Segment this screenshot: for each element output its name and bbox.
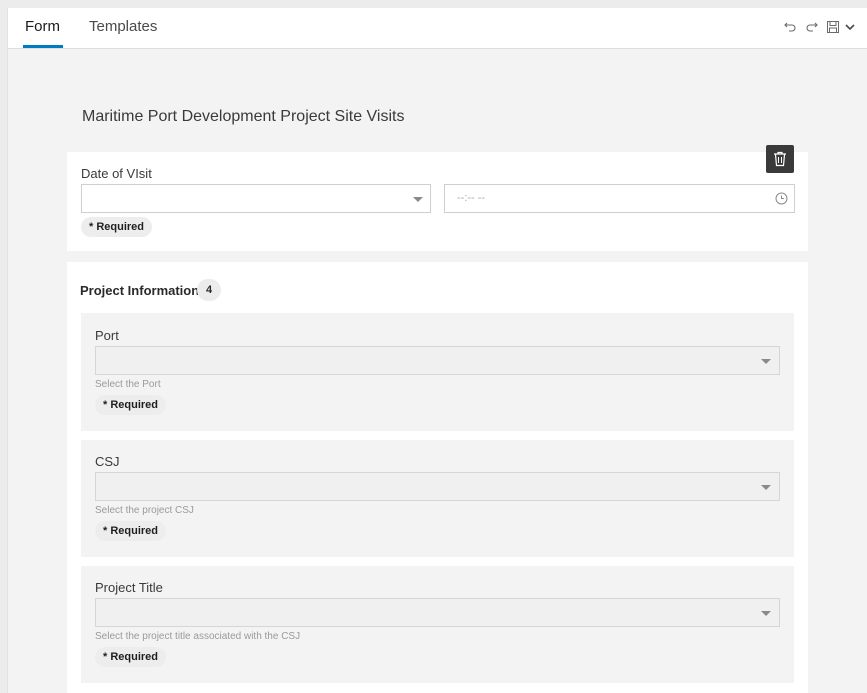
active-tab-indicator	[23, 45, 63, 48]
undo-icon[interactable]	[783, 20, 799, 36]
required-badge: * Required	[81, 217, 153, 237]
delete-button[interactable]	[766, 145, 794, 173]
caret-down-icon	[761, 359, 771, 364]
project-title-hint: Select the project title associated with…	[95, 631, 301, 642]
csj-label: CSJ	[95, 454, 120, 469]
clock-icon	[775, 192, 788, 210]
caret-down-icon	[761, 485, 771, 490]
form-title[interactable]: Maritime Port Development Project Site V…	[82, 108, 404, 126]
tab-templates[interactable]: Templates	[89, 18, 157, 35]
top-strip	[0, 0, 867, 8]
redo-icon[interactable]	[805, 20, 821, 36]
tab-form[interactable]: Form	[25, 18, 60, 35]
port-field-card[interactable]: Port Select the Port * Required	[81, 313, 794, 431]
chevron-down-icon[interactable]	[844, 20, 860, 36]
required-badge: * Required	[95, 395, 167, 415]
project-title-label: Project Title	[95, 580, 163, 595]
left-strip	[0, 8, 8, 693]
required-badge: * Required	[95, 647, 167, 667]
save-icon[interactable]	[826, 20, 842, 36]
tab-bar: Form Templates	[8, 8, 867, 49]
caret-down-icon	[413, 197, 423, 202]
csj-hint: Select the project CSJ	[95, 505, 194, 516]
group-title[interactable]: Project Information	[80, 283, 199, 298]
csj-field-card[interactable]: CSJ Select the project CSJ * Required	[81, 440, 794, 557]
time-input[interactable]: --:-- --	[444, 184, 795, 213]
date-input[interactable]	[81, 184, 431, 213]
port-select[interactable]	[95, 346, 780, 375]
field-count-badge: 4	[197, 279, 221, 301]
required-badge: * Required	[95, 521, 167, 541]
date-of-visit-label: Date of VIsit	[81, 166, 152, 181]
time-placeholder: --:-- --	[457, 192, 486, 204]
port-hint: Select the Port	[95, 379, 161, 390]
csj-select[interactable]	[95, 472, 780, 501]
trash-icon	[773, 151, 787, 172]
project-title-select[interactable]	[95, 598, 780, 627]
port-label: Port	[95, 328, 119, 343]
caret-down-icon	[761, 611, 771, 616]
project-title-field-card[interactable]: Project Title Select the project title a…	[81, 566, 794, 683]
